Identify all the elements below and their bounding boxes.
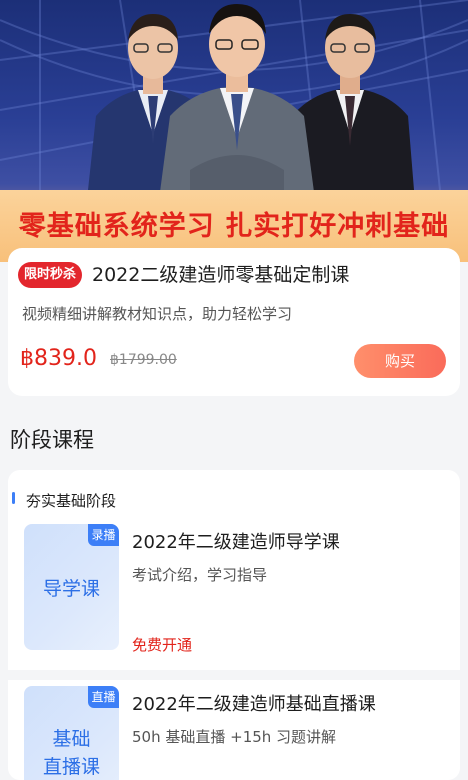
stage-card: 夯实基础阶段 录播 导学课 2022年二级建造师导学课 考试介绍，学习指导 免费… xyxy=(8,470,460,780)
product-card[interactable]: 限时秒杀 2022二级建造师零基础定制课 视频精细讲解教材知识点，助力轻松学习 … xyxy=(8,248,460,396)
original-price: ฿1799.00 xyxy=(110,352,177,368)
course-subtitle: 视频精细讲解教材知识点，助力轻松学习 xyxy=(22,305,293,323)
thumbnail-text: 导学课 xyxy=(42,578,100,600)
section-title: 阶段课程 xyxy=(10,428,94,452)
lesson-item[interactable]: 直播 基础 直播课 2022年二级建造师基础直播课 50h 基础直播 +15h … xyxy=(24,686,454,780)
thumbnail-text-line2: 直播课 xyxy=(42,756,100,778)
banner-slogan: 零基础系统学习 扎实打好冲刺基础 xyxy=(18,211,450,242)
lesson-description: 考试介绍，学习指导 xyxy=(132,566,268,584)
lesson-thumbnail: 直播 基础 直播课 xyxy=(24,686,119,780)
flash-sale-badge: 限时秒杀 xyxy=(18,262,83,288)
hero-banner: 零基础系统学习 扎实打好冲刺基础 xyxy=(0,0,468,262)
current-price: ฿839.0 xyxy=(20,346,97,371)
live-tag: 直播 xyxy=(88,686,119,708)
stage-marker xyxy=(12,492,15,504)
buy-button[interactable]: 购买 xyxy=(354,344,446,378)
course-title: 2022二级建造师零基础定制课 xyxy=(92,264,350,286)
lesson-thumbnail: 录播 导学课 xyxy=(24,524,119,650)
free-enroll-link[interactable]: 免费开通 xyxy=(132,634,192,655)
lesson-title: 2022年二级建造师基础直播课 xyxy=(132,694,376,715)
recorded-tag: 录播 xyxy=(88,524,119,546)
lesson-title: 2022年二级建造师导学课 xyxy=(132,532,340,553)
lesson-description: 50h 基础直播 +15h 习题讲解 xyxy=(132,728,337,746)
thumbnail-text-line1: 基础 xyxy=(52,728,91,750)
lesson-item[interactable]: 录播 导学课 2022年二级建造师导学课 考试介绍，学习指导 免费开通 xyxy=(24,524,454,654)
stage-label: 夯实基础阶段 xyxy=(26,492,117,510)
divider xyxy=(8,670,460,680)
teacher-center-image xyxy=(160,4,314,192)
